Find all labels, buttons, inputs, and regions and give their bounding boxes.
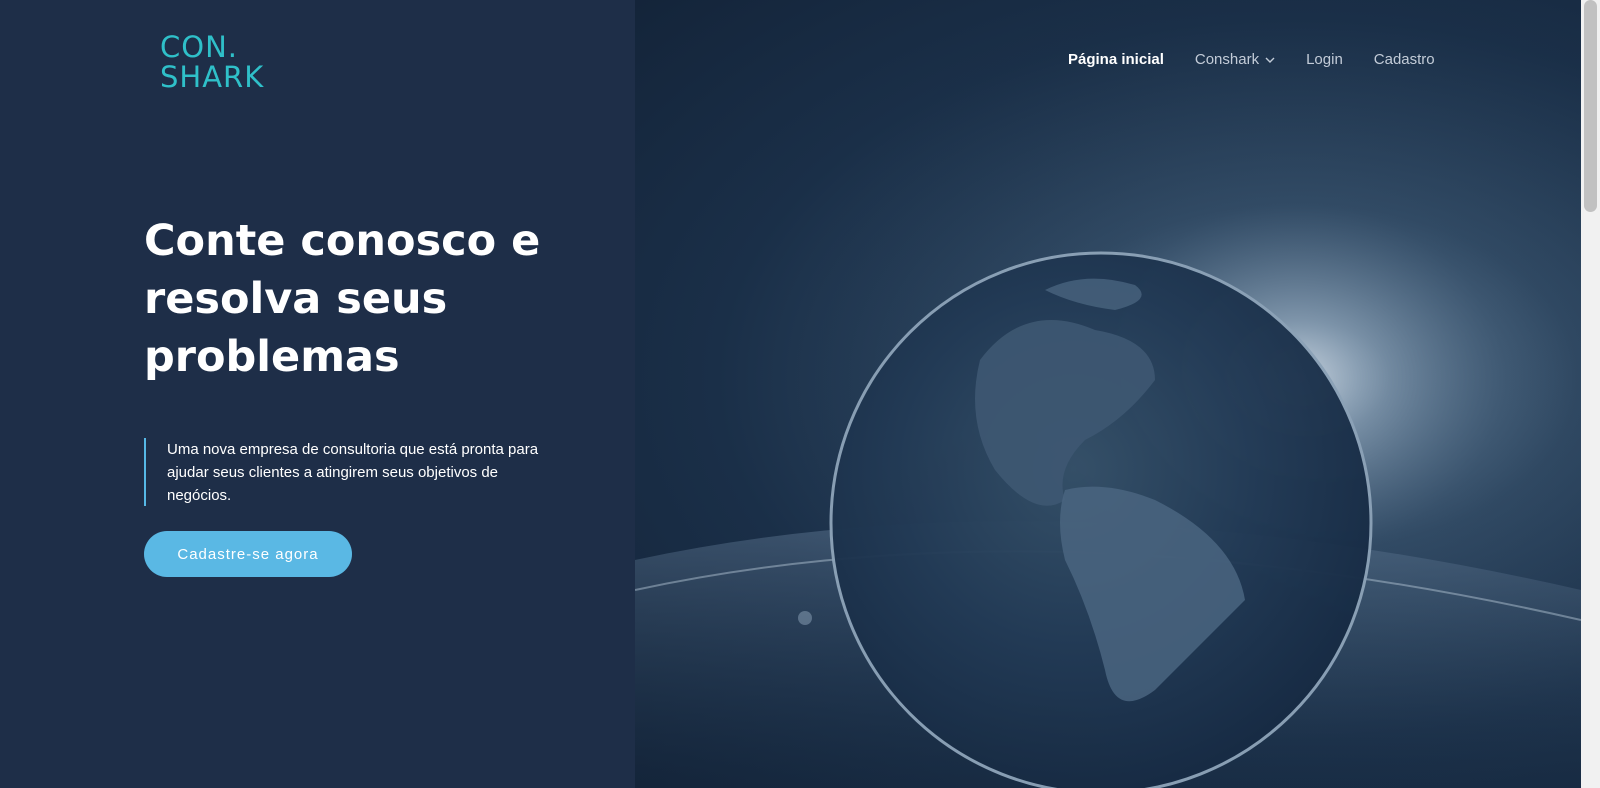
nav-label: Conshark	[1194, 51, 1260, 68]
nav-label: Login	[1306, 51, 1343, 68]
nav-item-conshark[interactable]: Conshark	[1195, 51, 1275, 68]
chevron-down-icon	[1265, 57, 1275, 63]
hero-title: Conte conosco e resolva seus problemas	[144, 216, 541, 382]
hero-left-panel	[0, 0, 635, 788]
nav-item-pagina-inicial[interactable]: Página inicial	[1068, 51, 1164, 68]
nav-item-login[interactable]: Login	[1306, 51, 1343, 68]
main-nav: Página inicial Conshark Login Cadastro	[1068, 51, 1435, 68]
logo-line-1: CON.	[160, 30, 238, 64]
logo-line-2: SHARK	[160, 60, 265, 94]
hero-description: Uma nova empresa de consultoria que está…	[144, 438, 564, 506]
cadastre-se-button[interactable]: Cadastre-se agora	[144, 531, 352, 577]
conshark-logo[interactable]: CON. SHARK	[160, 32, 270, 94]
scrollbar-thumb[interactable]	[1584, 0, 1597, 212]
nav-label: Cadastro	[1373, 51, 1435, 68]
hero-image	[635, 0, 1581, 788]
scrollbar[interactable]	[1581, 0, 1600, 788]
nav-label: Página inicial	[1068, 51, 1164, 68]
nav-item-cadastro[interactable]: Cadastro	[1374, 51, 1435, 68]
